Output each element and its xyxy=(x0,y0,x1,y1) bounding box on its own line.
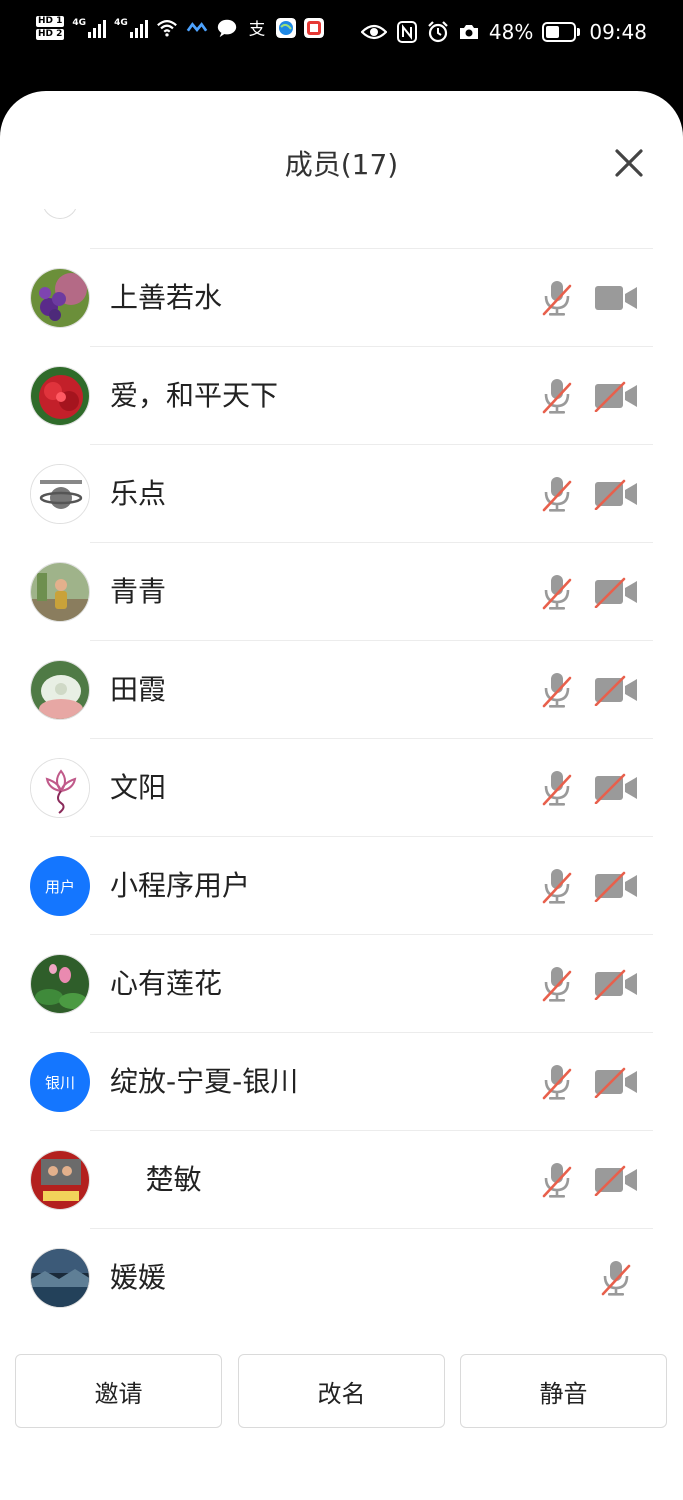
member-row[interactable]: 田霞 xyxy=(0,641,683,739)
member-list[interactable]: 上善若水 爱，和平天下 乐点 青青 田霞 文阳 用户 小程序用户 心有莲花 银川… xyxy=(0,209,683,1323)
footer-actions: 邀请 改名 静音 xyxy=(0,1354,683,1428)
member-name: 心有莲花 xyxy=(110,967,223,1000)
battery-icon xyxy=(542,22,581,42)
avatar xyxy=(30,954,90,1014)
member-name: 楚敏 xyxy=(110,1163,202,1196)
mic-muted-icon[interactable] xyxy=(541,768,573,808)
avatar xyxy=(30,268,90,328)
signal-icon: 4G xyxy=(114,18,148,38)
battery-percent: 48% xyxy=(488,20,534,44)
alarm-icon xyxy=(428,21,448,43)
hd-badges: HD 1 HD 2 xyxy=(36,16,65,40)
member-row[interactable]: 用户 小程序用户 xyxy=(0,837,683,935)
members-sheet: 成员(17) 上善若水 爱，和平天下 乐点 青青 田霞 文阳 用户 小程序用户 … xyxy=(0,91,683,1500)
member-row[interactable]: 银川 绽放-宁夏-银川 xyxy=(0,1033,683,1131)
camera-off-icon[interactable] xyxy=(594,478,638,510)
mic-muted-icon[interactable] xyxy=(600,1258,632,1298)
avatar: 银川 xyxy=(30,1052,90,1112)
member-name: 田霞 xyxy=(110,673,167,706)
sheet-title: 成员(17) xyxy=(284,148,399,181)
status-left: HD 1 HD 2 4G 4G 支 xyxy=(36,16,324,40)
avatar-label: 用户 xyxy=(44,877,75,896)
member-name: 绽放-宁夏-银川 xyxy=(110,1065,299,1098)
mic-muted-icon[interactable] xyxy=(541,866,573,906)
camera-off-icon[interactable] xyxy=(594,380,638,412)
invite-button[interactable]: 邀请 xyxy=(15,1354,222,1428)
browser-icon xyxy=(275,18,296,38)
eye-icon xyxy=(360,24,387,40)
status-right: 48% 09:48 xyxy=(360,20,647,44)
avatar xyxy=(42,209,78,219)
signal-icon: 4G xyxy=(72,18,107,38)
member-name: 媛媛 xyxy=(110,1261,167,1294)
member-name: 文阳 xyxy=(110,771,167,804)
avatar-label: 银川 xyxy=(44,1073,75,1092)
mic-muted-icon[interactable] xyxy=(541,278,573,318)
member-row[interactable]: 上善若水 xyxy=(0,249,683,347)
camera-off-icon[interactable] xyxy=(594,1066,638,1098)
network-type-label: 4G xyxy=(72,18,87,28)
camera-off-icon[interactable] xyxy=(594,1164,638,1196)
app-icon xyxy=(303,18,324,38)
member-name: 乐点 xyxy=(110,477,167,510)
status-bar: HD 1 HD 2 4G 4G 支 48% 09:48 xyxy=(0,0,683,70)
member-row[interactable]: 楚敏 xyxy=(0,1131,683,1229)
member-name: 爱，和平天下 xyxy=(110,379,279,412)
rename-button[interactable]: 改名 xyxy=(238,1354,445,1428)
mic-muted-icon[interactable] xyxy=(541,572,573,612)
camera-icon xyxy=(459,25,478,39)
mute-all-button[interactable]: 静音 xyxy=(460,1354,667,1428)
mic-muted-icon[interactable] xyxy=(541,1160,573,1200)
member-name: 上善若水 xyxy=(110,281,223,314)
camera-off-icon[interactable] xyxy=(594,772,638,804)
avatar xyxy=(30,562,90,622)
clock: 09:48 xyxy=(589,20,647,44)
camera-icon[interactable] xyxy=(594,282,638,314)
avatar xyxy=(30,1248,90,1308)
avatar xyxy=(30,366,90,426)
hd1-badge: HD 1 xyxy=(36,16,65,27)
member-row[interactable]: 青青 xyxy=(0,543,683,641)
network-type-label: 4G xyxy=(114,18,128,28)
member-row[interactable]: 爱，和平天下 xyxy=(0,347,683,445)
svg-text:支: 支 xyxy=(248,19,265,38)
avatar xyxy=(30,660,90,720)
mic-muted-icon[interactable] xyxy=(541,474,573,514)
messaging-app-icon xyxy=(186,22,208,32)
member-row[interactable]: 乐点 xyxy=(0,445,683,543)
member-row[interactable]: 心有莲花 xyxy=(0,935,683,1033)
camera-off-icon[interactable] xyxy=(594,968,638,1000)
alipay-icon: 支 xyxy=(248,19,265,38)
hd2-badge: HD 2 xyxy=(36,29,65,40)
close-icon[interactable] xyxy=(613,147,645,179)
camera-off-icon[interactable] xyxy=(594,576,638,608)
mic-muted-icon[interactable] xyxy=(541,1062,573,1102)
wifi-icon xyxy=(156,20,177,37)
mic-muted-icon[interactable] xyxy=(541,670,573,710)
mic-muted-icon[interactable] xyxy=(541,376,573,416)
avatar xyxy=(30,1150,90,1210)
member-name: 小程序用户 xyxy=(110,869,251,902)
list-item-partial xyxy=(0,209,683,249)
camera-off-icon[interactable] xyxy=(594,674,638,706)
member-row[interactable]: 媛媛 xyxy=(0,1229,683,1323)
avatar: 用户 xyxy=(30,856,90,916)
nfc-icon xyxy=(396,21,417,43)
mic-muted-icon[interactable] xyxy=(541,964,573,1004)
chat-icon xyxy=(217,19,236,38)
camera-off-icon[interactable] xyxy=(594,870,638,902)
member-row[interactable]: 文阳 xyxy=(0,739,683,837)
member-name: 青青 xyxy=(110,575,167,608)
avatar xyxy=(30,758,90,818)
avatar xyxy=(30,464,90,524)
